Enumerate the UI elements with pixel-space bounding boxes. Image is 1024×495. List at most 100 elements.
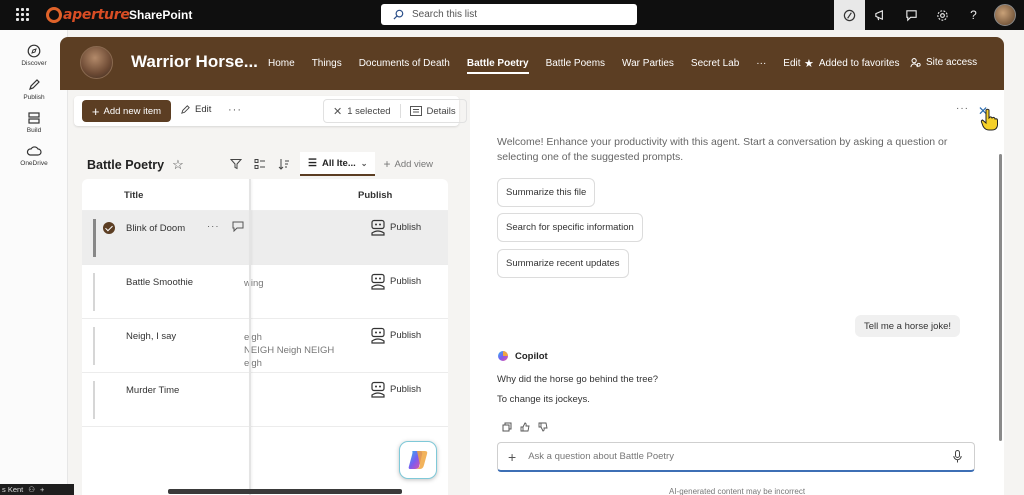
table-row[interactable]: Murder Time Publish <box>82 373 448 427</box>
group-icon[interactable] <box>248 152 272 176</box>
comment-icon[interactable] <box>232 221 244 232</box>
waffle-icon[interactable] <box>16 8 30 22</box>
copilot-launch-button[interactable] <box>399 441 437 479</box>
publish-cell[interactable]: Publish <box>370 219 421 236</box>
app-name[interactable]: SharePoint <box>129 8 192 22</box>
more-actions-button[interactable]: ··· <box>228 104 242 116</box>
company-logo[interactable]: aperture <box>46 5 130 25</box>
edit-button[interactable]: Edit <box>180 104 211 115</box>
row-poem-text: eigh NEIGH Neigh NEIGH eigh <box>244 331 334 370</box>
publish-bot-icon <box>371 381 385 398</box>
logo-text: aperture <box>63 7 130 23</box>
horizontal-scrollbar[interactable] <box>168 489 402 494</box>
copilot-logo-icon <box>408 451 428 469</box>
more-options-icon[interactable]: ··· <box>207 221 220 232</box>
nav-battle-poems[interactable]: Battle Poems <box>546 37 605 90</box>
row-poem-text: wing <box>244 277 264 290</box>
people-settings-icon <box>910 58 921 68</box>
column-header-publish[interactable]: Publish <box>358 190 392 201</box>
gear-icon[interactable] <box>927 0 958 30</box>
star-outline-icon[interactable]: ☆ <box>172 157 184 173</box>
ask-placeholder: Ask a question about Battle Poetry <box>528 451 674 462</box>
feedback-icon[interactable] <box>896 0 927 30</box>
table-row[interactable]: Neigh, I say eigh NEIGH Neigh NEIGH eigh… <box>82 319 448 373</box>
row-title[interactable]: Battle Smoothie <box>126 277 193 288</box>
taskbar-strip: s Kent ⚇ + <box>0 484 74 495</box>
drag-handle[interactable] <box>93 273 95 311</box>
rail-item-publish[interactable]: Publish <box>0 78 68 101</box>
user-avatar[interactable] <box>994 4 1016 26</box>
panel-scrollbar[interactable] <box>999 154 1002 441</box>
rail-item-discover[interactable]: Discover <box>0 44 68 67</box>
poem-line: NEIGH Neigh NEIGH <box>244 345 335 356</box>
plus-icon: + <box>91 103 100 119</box>
row-title[interactable]: Murder Time <box>126 385 179 396</box>
chevron-down-icon: ⌄ <box>360 158 368 168</box>
grid-header: Title Publish <box>82 179 448 211</box>
rail-item-build[interactable]: Build <box>0 111 68 134</box>
nav-documents-of-death[interactable]: Documents of Death <box>359 37 450 90</box>
site-access-label: Site access <box>926 57 978 68</box>
drag-handle[interactable] <box>93 327 95 365</box>
site-logo[interactable] <box>80 46 113 79</box>
nav-edit[interactable]: Edit <box>783 37 800 90</box>
nav-war-parties[interactable]: War Parties <box>622 37 674 90</box>
suggested-prompt[interactable]: Summarize this file <box>497 178 596 207</box>
ask-input[interactable]: + Ask a question about Battle Poetry <box>497 442 975 472</box>
add-view-button[interactable]: + Add view <box>383 157 433 171</box>
plus-icon[interactable]: + <box>40 485 44 494</box>
copy-icon[interactable] <box>502 422 512 432</box>
filter-icon[interactable] <box>224 152 248 176</box>
add-new-item-button[interactable]: + Add new item <box>82 100 171 122</box>
row-title[interactable]: Blink of Doom <box>126 223 185 234</box>
publish-cell[interactable]: Publish <box>370 327 421 344</box>
megaphone-icon[interactable] <box>865 0 896 30</box>
publish-cell[interactable]: Publish <box>370 381 421 398</box>
suggested-prompt[interactable]: Summarize recent updates <box>497 249 629 278</box>
details-button[interactable]: Details <box>401 106 465 117</box>
nav-secret-lab[interactable]: Secret Lab <box>691 37 739 90</box>
help-icon[interactable]: ? <box>958 0 989 30</box>
table-row[interactable]: Blink of Doom ··· Publish <box>82 211 448 265</box>
logo-mark-icon <box>46 7 62 23</box>
drag-handle[interactable] <box>93 381 95 419</box>
row-tools: ··· <box>207 221 244 232</box>
welcome-message: Welcome! Enhance your productivity with … <box>497 136 948 163</box>
nav-home[interactable]: Home <box>268 37 295 90</box>
rail-item-onedrive[interactable]: OneDrive <box>0 144 68 167</box>
details-pane-icon <box>409 106 422 116</box>
drag-handle[interactable] <box>93 219 96 257</box>
attach-plus-icon[interactable]: + <box>508 449 516 465</box>
nav-battle-poetry[interactable]: Battle Poetry <box>466 37 529 90</box>
site-access-button[interactable]: Site access <box>910 57 977 68</box>
table-row[interactable]: Battle Smoothie wing Publish <box>82 265 448 319</box>
sort-icon[interactable] <box>272 152 296 176</box>
microphone-icon[interactable] <box>953 450 962 463</box>
search-box[interactable]: Search this list <box>381 4 637 25</box>
suggested-prompt[interactable]: Search for specific information <box>497 213 643 242</box>
publish-bot-icon <box>371 219 385 236</box>
clear-selection-button[interactable]: ✕ 1 selected <box>324 105 400 118</box>
row-title[interactable]: Neigh, I say <box>126 331 176 342</box>
plus-icon: + <box>383 157 391 171</box>
nav-things[interactable]: Things <box>312 37 342 90</box>
column-header-title[interactable]: Title <box>124 190 143 201</box>
publish-cell[interactable]: Publish <box>370 273 421 290</box>
site-title[interactable]: Warrior Horse... <box>131 52 258 72</box>
row-checkbox-checked[interactable] <box>103 222 115 234</box>
view-selector[interactable]: ☰ All Ite... ⌄ <box>300 152 376 176</box>
panel-more-button[interactable]: ··· <box>956 103 969 114</box>
copilot-icon[interactable] <box>834 0 865 30</box>
assistant-message-line: Why did the horse go behind the tree? <box>497 374 659 385</box>
thumbs-down-icon[interactable] <box>538 422 548 432</box>
presenter-name: s Kent <box>2 485 24 494</box>
add-new-item-label: Add new item <box>103 105 162 117</box>
publish-label: Publish <box>390 222 422 233</box>
favorites-button[interactable]: ★ Added to favorites <box>804 57 899 70</box>
search-placeholder: Search this list <box>412 9 478 20</box>
nav-more[interactable]: ··· <box>756 37 766 90</box>
people-icon: ⚇ <box>28 485 35 494</box>
publish-label: Publish <box>390 330 422 341</box>
thumbs-up-icon[interactable] <box>520 422 530 432</box>
copilot-panel: ··· ✕ Welcome! Enhance your productivity… <box>470 90 1004 495</box>
